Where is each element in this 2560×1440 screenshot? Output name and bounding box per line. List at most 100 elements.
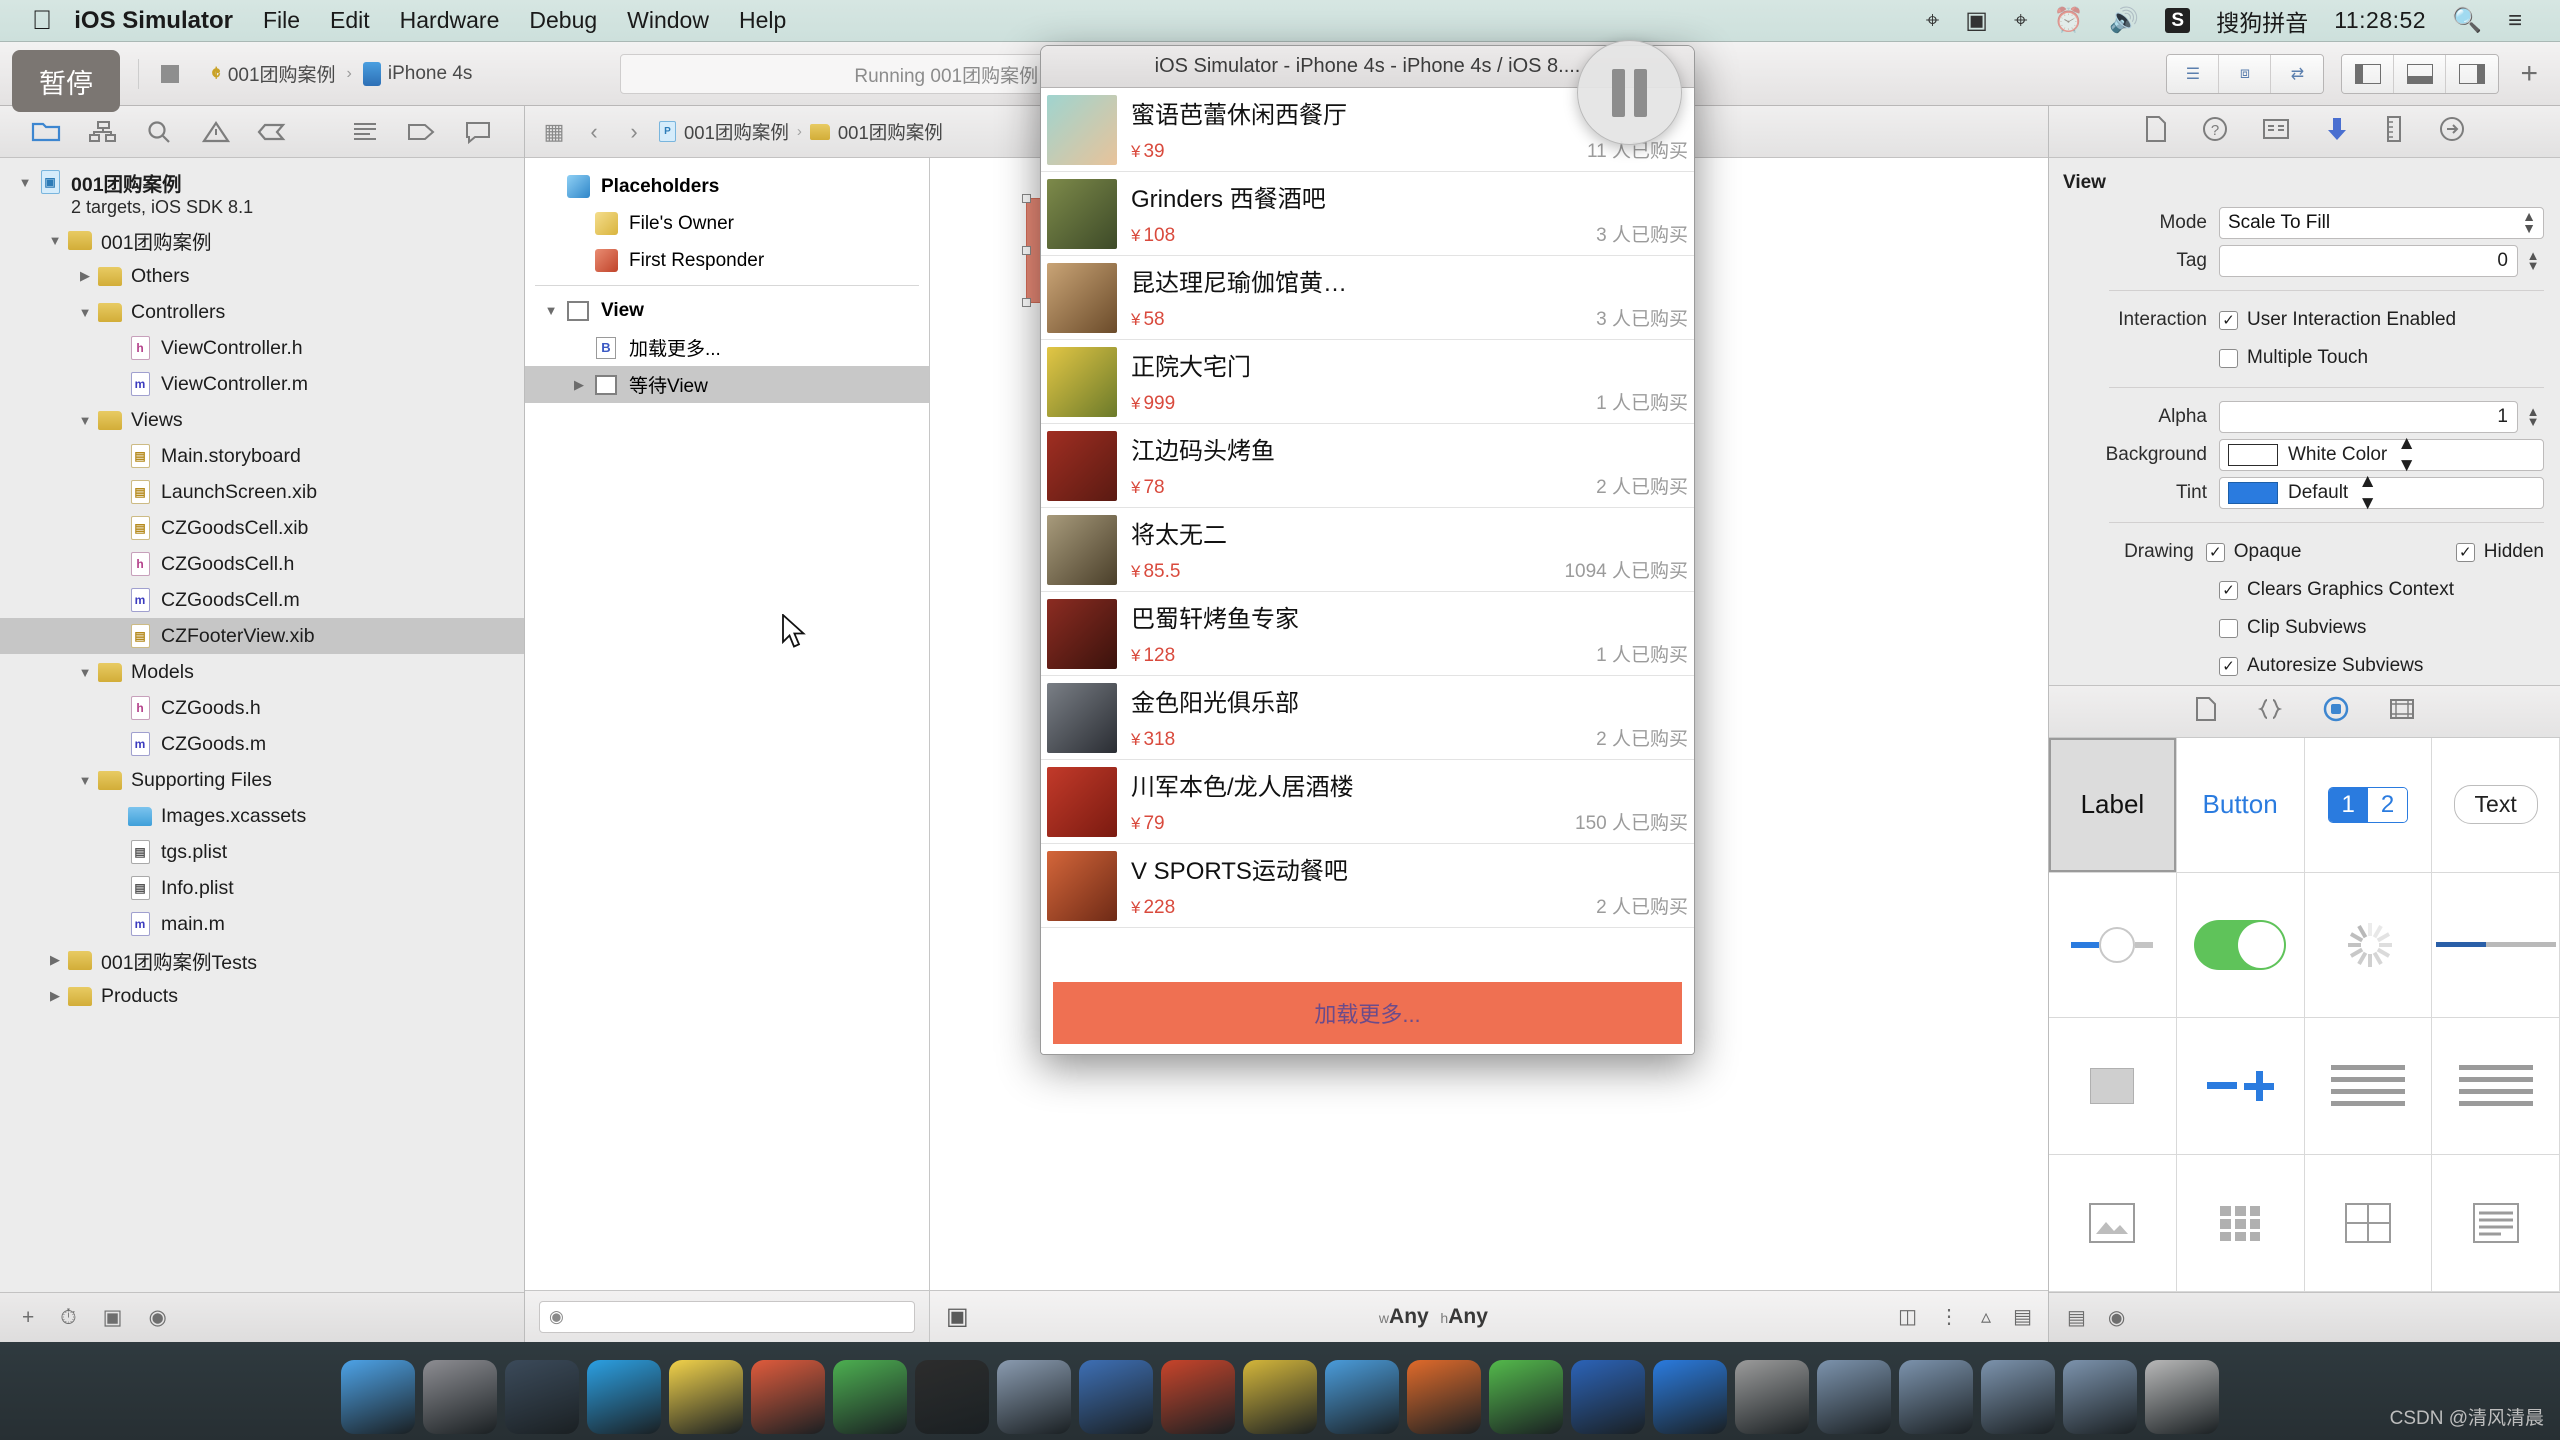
- file-tree-row[interactable]: ▼ 001团购案例: [0, 222, 524, 258]
- file-tree-row[interactable]: ▼ Controllers: [0, 294, 524, 330]
- project-navigator-tab[interactable]: [18, 112, 75, 152]
- stop-button[interactable]: [147, 55, 193, 93]
- dock-item-xcode[interactable]: [1079, 1360, 1153, 1434]
- dock-item-word[interactable]: [1571, 1360, 1645, 1434]
- volume-icon[interactable]: 🔊: [2109, 8, 2139, 33]
- library-item-activity-indicator[interactable]: [2304, 872, 2433, 1018]
- dock-item-filezilla[interactable]: [1407, 1360, 1481, 1434]
- dock-item-evernote[interactable]: [833, 1360, 907, 1434]
- goods-cell[interactable]: 昆达理尼瑜伽馆黄… ¥58 3 人已购买: [1041, 256, 1694, 340]
- filter-icon[interactable]: ◉: [2108, 1305, 2125, 1330]
- clears-graphics-checkbox[interactable]: ✓: [2219, 580, 2238, 600]
- file-tree-row[interactable]: ▶ 001团购案例Tests: [0, 942, 524, 978]
- object-library-icon[interactable]: [2323, 696, 2349, 727]
- mode-select[interactable]: Scale To Fill ▲ ▼: [2219, 207, 2544, 239]
- dock-item-chrome[interactable]: [1325, 1360, 1399, 1434]
- library-item-stepper[interactable]: [2176, 1018, 2305, 1155]
- dock-item-safari[interactable]: [587, 1360, 661, 1434]
- comment-navigator-tab[interactable]: [450, 112, 507, 152]
- menu-item-window[interactable]: Window: [627, 7, 709, 34]
- library-item-table-view[interactable]: [2304, 1018, 2433, 1155]
- source-control-icon[interactable]: ◉: [149, 1305, 167, 1330]
- dock-item-folder2[interactable]: [1899, 1360, 1973, 1434]
- ios-simulator-window[interactable]: iOS Simulator - iPhone 4s - iPhone 4s / …: [1040, 45, 1695, 1055]
- file-tree-row[interactable]: ▼ Models: [0, 654, 524, 690]
- file-tree-row[interactable]: m ViewController.m: [0, 366, 524, 402]
- breakpoint-navigator-tab[interactable]: [244, 112, 301, 152]
- outline-row[interactable]: First Responder: [525, 242, 929, 279]
- input-method-badge[interactable]: S: [2165, 8, 2191, 33]
- library-item-collection-view-cell[interactable]: [2304, 1154, 2433, 1292]
- toggle-utilities-button[interactable]: [2446, 54, 2499, 93]
- file-tree-row[interactable]: ▼ Views: [0, 402, 524, 438]
- menu-item-hardware[interactable]: Hardware: [400, 7, 500, 34]
- log-navigator-tab[interactable]: [337, 112, 394, 152]
- menu-app-name[interactable]: iOS Simulator: [74, 7, 233, 35]
- menu-item-edit[interactable]: Edit: [330, 7, 370, 34]
- chevron-right-icon[interactable]: ›: [619, 119, 649, 145]
- tint-color-swatch[interactable]: [2228, 482, 2278, 504]
- goods-cell[interactable]: Grinders 西餐酒吧 ¥108 3 人已购买: [1041, 172, 1694, 256]
- background-color-swatch[interactable]: [2228, 444, 2278, 466]
- dock-item-simulator[interactable]: [997, 1360, 1071, 1434]
- outline-row[interactable]: ▶ 等待View: [525, 366, 929, 403]
- menu-item-help[interactable]: Help: [739, 7, 786, 34]
- tint-color-select[interactable]: Default ▲ ▼: [2219, 471, 2544, 514]
- chevron-left-icon[interactable]: ‹: [579, 119, 609, 145]
- dock-item-trash[interactable]: [2145, 1360, 2219, 1434]
- menu-item-file[interactable]: File: [263, 7, 300, 34]
- menu-item-debug[interactable]: Debug: [529, 7, 597, 34]
- goods-cell[interactable]: 金色阳光俱乐部 ¥318 2 人已购买: [1041, 676, 1694, 760]
- library-item-text-field[interactable]: Text: [2432, 738, 2560, 873]
- dock-item-wechat[interactable]: [1489, 1360, 1563, 1434]
- disclosure-triangle[interactable]: ▼: [74, 665, 96, 680]
- library-item-progress-view[interactable]: [2432, 872, 2560, 1018]
- file-tree-row[interactable]: h CZGoodsCell.h: [0, 546, 524, 582]
- library-item-slider[interactable]: [2049, 872, 2177, 1018]
- outline-row[interactable]: File's Owner: [525, 205, 929, 242]
- goods-cell[interactable]: 正院大宅门 ¥999 1 人已购买: [1041, 340, 1694, 424]
- dock[interactable]: [0, 1342, 2560, 1440]
- file-tree-row[interactable]: ▤ Info.plist: [0, 870, 524, 906]
- autoresize-checkbox-row[interactable]: ✓ Autoresize Subviews: [2219, 655, 2423, 677]
- opaque-checkbox[interactable]: ✓: [2205, 542, 2225, 562]
- user-interaction-checkbox[interactable]: ✓: [2219, 310, 2238, 330]
- pin-icon[interactable]: ⋮: [1939, 1304, 1959, 1329]
- breadcrumb-item-group[interactable]: 001团购案例: [838, 119, 943, 145]
- bluetooth-icon[interactable]: ⌖: [1926, 8, 1940, 33]
- library-item-image-view[interactable]: [2049, 1154, 2177, 1292]
- alpha-stepper[interactable]: ▲ ▼: [2522, 405, 2544, 428]
- dock-item-xmind[interactable]: [751, 1360, 825, 1434]
- clears-graphics-checkbox-row[interactable]: ✓ Clears Graphics Context: [2219, 579, 2454, 601]
- clip-subviews-checkbox[interactable]: [2219, 618, 2238, 638]
- dock-item-launchpad[interactable]: [505, 1360, 579, 1434]
- goods-cell[interactable]: 巴蜀轩烤鱼专家 ¥128 1 人已购买: [1041, 592, 1694, 676]
- disclosure-triangle[interactable]: ▶: [74, 268, 96, 284]
- file-tree-row[interactable]: ▤ CZGoodsCell.xib: [0, 510, 524, 546]
- breadcrumb[interactable]: P 001团购案例 › 001团购案例: [659, 119, 943, 145]
- quick-help-icon[interactable]: ?: [2202, 116, 2228, 147]
- file-tree-row[interactable]: Images.xcassets: [0, 798, 524, 834]
- file-tree-row[interactable]: ▤ tgs.plist: [0, 834, 524, 870]
- timemachine-icon[interactable]: ⏰: [2053, 8, 2083, 33]
- library-item-switch[interactable]: [2176, 872, 2305, 1018]
- version-editor-button[interactable]: ⇄: [2271, 54, 2324, 93]
- ib-outline-tree[interactable]: Placeholders File's Owner First Responder ▼…: [525, 158, 929, 1290]
- connections-inspector-icon[interactable]: [2438, 116, 2466, 147]
- goods-cell[interactable]: 江边码头烤鱼 ¥78 2 人已购买: [1041, 424, 1694, 508]
- list-view-icon[interactable]: ▤: [2067, 1305, 2086, 1330]
- outline-row[interactable]: ▼ View: [525, 292, 929, 329]
- input-method-label[interactable]: 搜狗拼音: [2216, 4, 2308, 38]
- assistant-editor-button[interactable]: ⧈: [2219, 54, 2272, 93]
- disclosure-triangle[interactable]: ▼: [74, 305, 96, 320]
- outline-row[interactable]: B 加载更多...: [525, 329, 929, 366]
- file-tree-row[interactable]: ▤ LaunchScreen.xib: [0, 474, 524, 510]
- load-more-button[interactable]: 加载更多...: [1053, 982, 1682, 1044]
- dock-item-font-book[interactable]: [1735, 1360, 1809, 1434]
- search-icon[interactable]: 🔍: [2452, 8, 2482, 33]
- size-inspector-icon[interactable]: [2384, 115, 2404, 148]
- breadcrumb-item-project[interactable]: 001团购案例: [684, 119, 789, 145]
- media-library-icon[interactable]: [2389, 698, 2415, 725]
- hidden-checkbox[interactable]: ✓: [2455, 542, 2475, 562]
- add-file-icon[interactable]: +: [22, 1306, 34, 1330]
